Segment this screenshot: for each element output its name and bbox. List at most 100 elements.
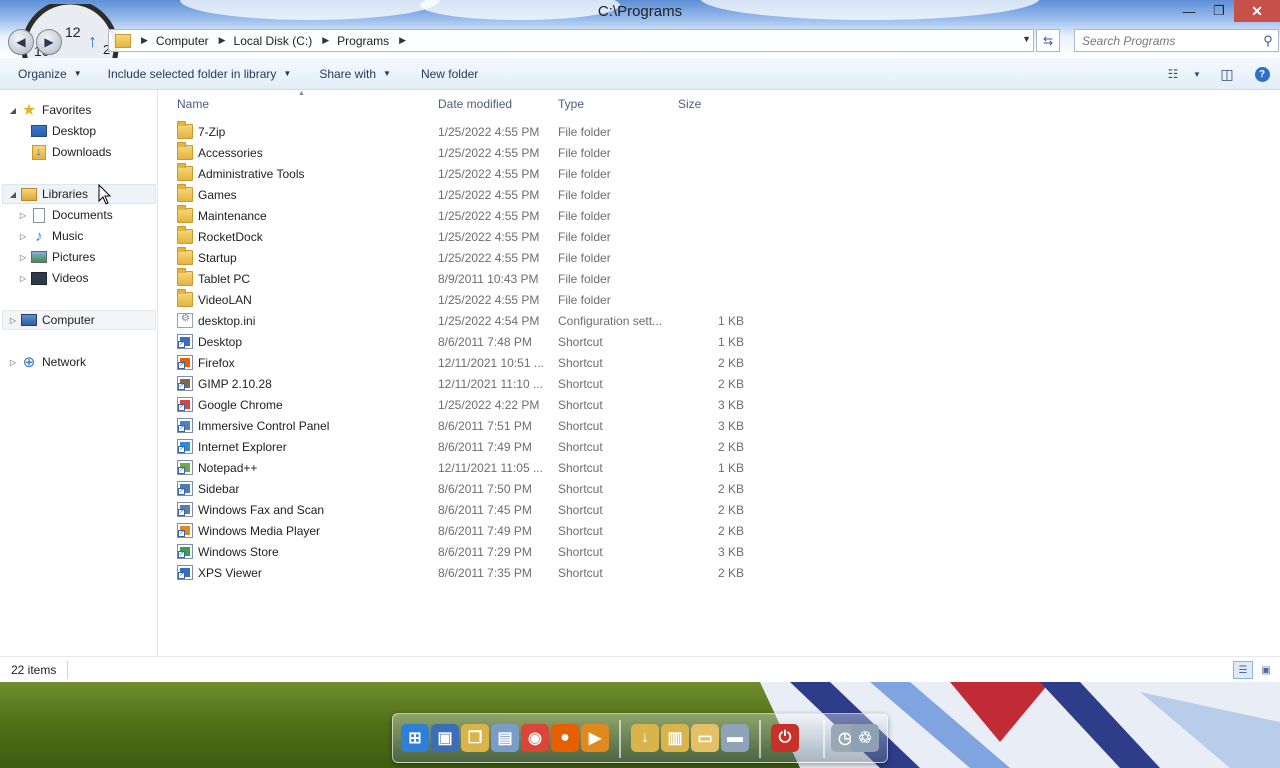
- fax-scan-icon: ↗: [177, 502, 193, 517]
- collapse-arrow-icon[interactable]: ▷: [18, 253, 28, 262]
- table-row[interactable]: ↗ Windows Fax and Scan 8/6/2011 7:45 PM Sho…: [159, 499, 1280, 520]
- search-icon[interactable]: ⚲: [1258, 33, 1278, 49]
- file-date: 1/25/2022 4:55 PM: [438, 125, 540, 139]
- media-player-icon[interactable]: ▶: [581, 724, 609, 752]
- view-options-dropdown-icon[interactable]: ▼: [1184, 58, 1210, 90]
- table-row[interactable]: RocketDock 1/25/2022 4:55 PM File folder: [159, 226, 1280, 247]
- nav-computer[interactable]: ▷ Computer: [8, 310, 95, 330]
- file-date: 1/25/2022 4:55 PM: [438, 251, 540, 265]
- windows-start-icon[interactable]: ⊞: [401, 724, 429, 752]
- downloads-folder-icon[interactable]: ↓: [631, 724, 659, 752]
- breadcrumb-programs[interactable]: Programs ▶: [337, 34, 414, 48]
- table-row[interactable]: ↗ Notepad++ 12/11/2021 11:05 ... Shortcut 1 …: [159, 457, 1280, 478]
- nav-libraries[interactable]: ◢ Libraries: [8, 184, 88, 204]
- search-box[interactable]: ⚲: [1074, 29, 1279, 52]
- file-name: Immersive Control Panel: [198, 419, 330, 433]
- document-icon[interactable]: ▤: [491, 724, 519, 752]
- table-row[interactable]: Maintenance 1/25/2022 4:55 PM File folder: [159, 205, 1280, 226]
- file-size: 2 KB: [717, 356, 744, 370]
- file-name: Administrative Tools: [198, 167, 305, 181]
- table-row[interactable]: ↗ Internet Explorer 8/6/2011 7:49 PM Shortc…: [159, 436, 1280, 457]
- column-header-date[interactable]: Date modified: [438, 97, 512, 111]
- table-row[interactable]: Accessories 1/25/2022 4:55 PM File folder: [159, 142, 1280, 163]
- file-type: Shortcut: [558, 419, 603, 433]
- table-row[interactable]: Games 1/25/2022 4:55 PM File folder: [159, 184, 1280, 205]
- restore-button[interactable]: ❐: [1204, 0, 1234, 22]
- table-row[interactable]: 7-Zip 1/25/2022 4:55 PM File folder: [159, 121, 1280, 142]
- file-type: File folder: [558, 125, 611, 139]
- column-header-type[interactable]: Type: [558, 97, 584, 111]
- clock-numeral-12: 12: [65, 24, 81, 40]
- address-bar[interactable]: ▶ Computer ▶ Local Disk (C:) ▶ Programs ▶ ▼: [108, 29, 1034, 52]
- breadcrumb-local-disk[interactable]: Local Disk (C:) ▶: [234, 34, 338, 48]
- file-name: Tablet PC: [198, 272, 251, 286]
- share-with-menu[interactable]: Share with ▼: [310, 58, 400, 90]
- folder-pair-icon[interactable]: ❐: [461, 724, 489, 752]
- table-row[interactable]: VideoLAN 1/25/2022 4:55 PM File folder: [159, 289, 1280, 310]
- nav-videos[interactable]: ▷ Videos: [18, 268, 89, 288]
- new-folder-button[interactable]: New folder: [412, 58, 487, 90]
- breadcrumb-computer[interactable]: Computer ▶: [156, 34, 234, 48]
- close-button[interactable]: ✕: [1234, 0, 1280, 22]
- collapse-arrow-icon[interactable]: ▷: [18, 232, 28, 241]
- table-row[interactable]: ↗ Immersive Control Panel 8/6/2011 7:51 PM…: [159, 415, 1280, 436]
- collapse-arrow-icon[interactable]: ▷: [18, 274, 28, 283]
- table-row[interactable]: desktop.ini 1/25/2022 4:54 PM Configuratio…: [159, 310, 1280, 331]
- table-row[interactable]: ↗ Desktop 8/6/2011 7:48 PM Shortcut 1 KB: [159, 331, 1280, 352]
- collapse-arrow-icon[interactable]: ▷: [18, 211, 28, 220]
- table-row[interactable]: Startup 1/25/2022 4:55 PM File folder: [159, 247, 1280, 268]
- include-in-library-menu[interactable]: Include selected folder in library ▼: [99, 58, 301, 90]
- table-row[interactable]: ↗ XPS Viewer 8/6/2011 7:35 PM Shortcut 2 KB: [159, 562, 1280, 583]
- table-row[interactable]: ↗ Firefox 12/11/2021 10:51 ... Shortcut 2 KB: [159, 352, 1280, 373]
- nav-downloads[interactable]: ↓ Downloads: [30, 142, 111, 162]
- item-count: 22 items: [11, 663, 57, 677]
- help-button[interactable]: ?: [1244, 58, 1280, 90]
- table-row[interactable]: Administrative Tools 1/25/2022 4:55 PM Fil…: [159, 163, 1280, 184]
- column-header-size[interactable]: Size: [678, 97, 701, 111]
- recycle-bin-icon[interactable]: ♲: [851, 724, 879, 752]
- drive-icon[interactable]: ▬: [721, 724, 749, 752]
- forward-button[interactable]: ▶: [36, 29, 62, 55]
- collapse-arrow-icon[interactable]: ▷: [8, 316, 18, 325]
- details-view-button[interactable]: ☰: [1233, 661, 1253, 679]
- firefox-icon[interactable]: ●: [551, 724, 579, 752]
- navigation-pane: ◢ ★ Favorites Desktop ↓ Downloads ◢ Libr…: [0, 90, 158, 656]
- expand-arrow-icon[interactable]: ◢: [8, 190, 18, 199]
- column-header-name[interactable]: Name: [177, 97, 209, 111]
- breadcrumb-root-arrow[interactable]: ▶: [131, 35, 156, 46]
- minimize-button[interactable]: —: [1174, 0, 1204, 22]
- refresh-button[interactable]: ⇆: [1036, 29, 1060, 52]
- nav-documents[interactable]: ▷ Documents: [18, 205, 113, 225]
- computer-icon[interactable]: ▣: [431, 724, 459, 752]
- open-folder-icon[interactable]: ▭: [691, 724, 719, 752]
- file-date: 1/25/2022 4:54 PM: [438, 314, 540, 328]
- search-input[interactable]: [1082, 33, 1258, 48]
- address-dropdown-icon[interactable]: ▼: [1022, 34, 1031, 44]
- file-name: Sidebar: [198, 482, 240, 496]
- documents-folder-icon[interactable]: ▥: [661, 724, 689, 752]
- nav-desktop[interactable]: Desktop: [30, 121, 96, 141]
- table-row[interactable]: Tablet PC 8/9/2011 10:43 PM File folder: [159, 268, 1280, 289]
- table-row[interactable]: ↗ GIMP 2.10.28 12/11/2021 11:10 ... Shortcu…: [159, 373, 1280, 394]
- table-row[interactable]: ↗ Windows Media Player 8/6/2011 7:49 PM Sho…: [159, 520, 1280, 541]
- file-name: Windows Media Player: [198, 524, 321, 538]
- nav-favorites[interactable]: ◢ ★ Favorites: [8, 100, 91, 120]
- table-row[interactable]: ↗ Sidebar 8/6/2011 7:50 PM Shortcut 2 KB: [159, 478, 1280, 499]
- folder-icon: [177, 121, 193, 139]
- power-icon[interactable]: ⏻: [771, 724, 799, 752]
- table-row[interactable]: ↗ Windows Store 8/6/2011 7:29 PM Shortcut 3 …: [159, 541, 1280, 562]
- expand-arrow-icon[interactable]: ◢: [8, 106, 18, 115]
- organize-menu[interactable]: Organize ▼: [9, 58, 91, 90]
- table-row[interactable]: ↗ Google Chrome 1/25/2022 4:22 PM Shortcut 3…: [159, 394, 1280, 415]
- preview-pane-icon[interactable]: ◫: [1210, 58, 1244, 90]
- dock-separator: [823, 720, 825, 758]
- nav-music[interactable]: ▷ ♪ Music: [18, 226, 83, 246]
- back-button[interactable]: ◀: [8, 29, 34, 55]
- large-icons-view-button[interactable]: ▣: [1256, 661, 1276, 679]
- collapse-arrow-icon[interactable]: ▷: [8, 358, 18, 367]
- chrome-icon[interactable]: ◉: [521, 724, 549, 752]
- up-arrow-icon[interactable]: ↑: [88, 31, 104, 51]
- view-options-icon[interactable]: ☷: [1162, 58, 1184, 90]
- nav-pictures[interactable]: ▷ Pictures: [18, 247, 95, 267]
- nav-network[interactable]: ▷ ⊕ Network: [8, 352, 86, 372]
